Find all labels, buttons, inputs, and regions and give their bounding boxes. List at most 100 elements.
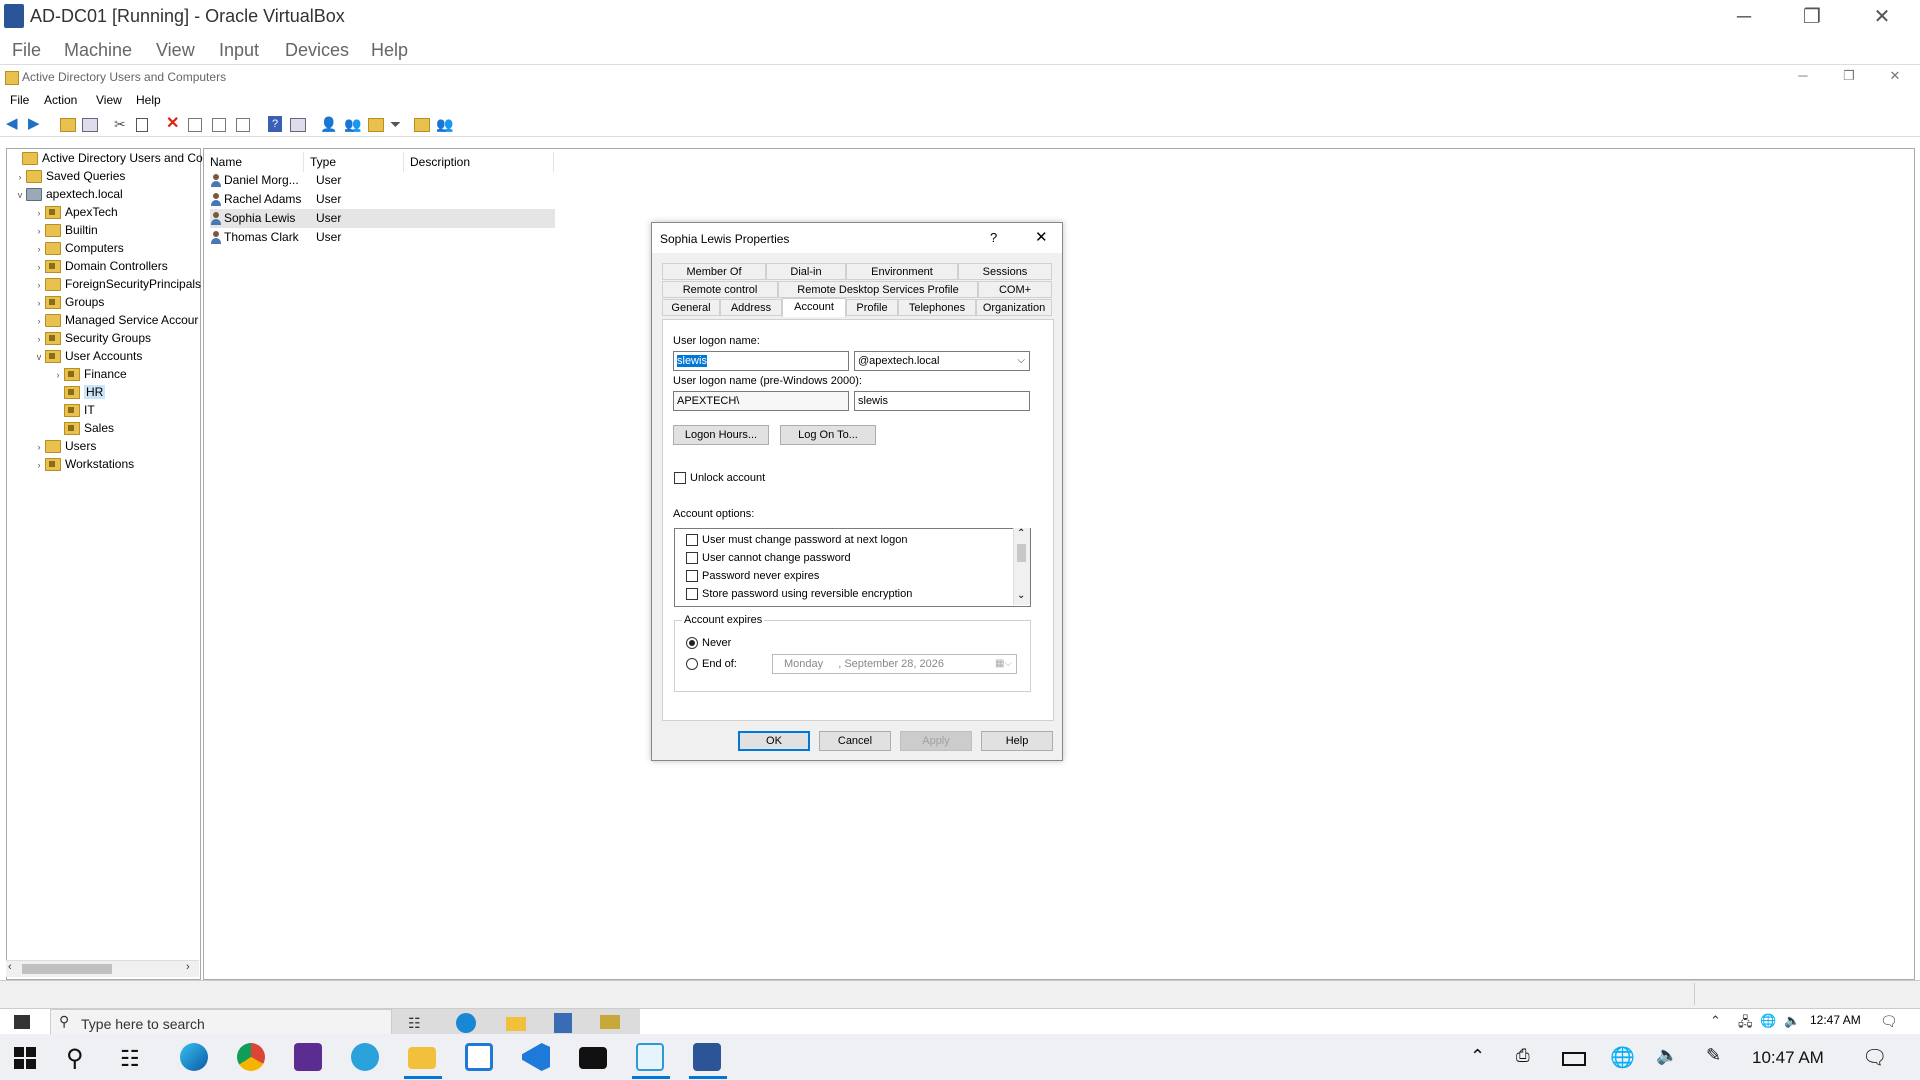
chevron-right-icon[interactable]: › <box>33 258 45 276</box>
up-folder-icon[interactable] <box>60 118 76 132</box>
back-icon[interactable]: ◀ <box>6 116 22 132</box>
vbox-menu-help[interactable]: Help <box>371 40 408 61</box>
forward-icon[interactable]: ▶ <box>28 116 44 132</box>
tab-remote-control[interactable]: Remote control <box>662 281 778 298</box>
scroll-up-icon[interactable]: ⌃ <box>1017 528 1025 539</box>
column-header-name[interactable]: Name <box>204 152 304 172</box>
tree-item[interactable]: v apextech.local <box>14 185 123 203</box>
host-notification-icon[interactable]: 🗨 <box>1862 1045 1887 1070</box>
windows-start-icon[interactable] <box>14 1047 36 1069</box>
vbox-menu-machine[interactable]: Machine <box>64 40 132 61</box>
add-to-group-icon[interactable]: 👥 <box>436 116 453 132</box>
tree-horizontal-scrollbar[interactable]: ‹ › <box>6 960 199 977</box>
aduc-close-button[interactable]: ✕ <box>1880 68 1910 84</box>
cut-icon[interactable]: ✂ <box>114 116 130 132</box>
tree-item[interactable]: › ApexTech <box>33 203 118 221</box>
tree-item[interactable]: › Finance <box>52 365 127 383</box>
tree-item[interactable]: v User Accounts <box>33 347 142 365</box>
chrome-icon[interactable] <box>237 1043 265 1071</box>
tab-environment[interactable]: Environment <box>846 263 958 280</box>
tree-item[interactable]: HR <box>52 383 106 401</box>
console-icon[interactable] <box>290 118 306 132</box>
edge-icon[interactable] <box>456 1013 476 1033</box>
pre2000-username-field[interactable]: slewis <box>854 391 1030 411</box>
chevron-right-icon[interactable]: › <box>14 168 26 186</box>
new-ou-icon[interactable] <box>368 118 384 132</box>
vbox-menu-file[interactable]: File <box>12 40 41 61</box>
terminal-icon[interactable] <box>579 1047 607 1069</box>
scroll-down-icon[interactable]: ⌄ <box>1017 590 1025 601</box>
chevron-right-icon[interactable]: › <box>33 294 45 312</box>
tree-item[interactable]: › Domain Controllers <box>33 257 168 275</box>
guest-search-box[interactable]: ⚲ Type here to search <box>50 1009 392 1035</box>
tree-item[interactable]: Sales <box>52 419 114 437</box>
vbox-menu-view[interactable]: View <box>156 40 195 61</box>
host-search-icon[interactable]: ⚲ <box>66 1044 84 1073</box>
edge-browser-icon[interactable] <box>180 1043 208 1071</box>
close-button[interactable]: ✕ <box>1852 0 1912 34</box>
chevron-right-icon[interactable]: › <box>33 456 45 474</box>
unlock-account-checkbox[interactable] <box>674 472 686 484</box>
host-camera-icon[interactable]: ⎙ <box>1516 1046 1530 1066</box>
scroll-thumb[interactable] <box>22 964 112 974</box>
remote-app-icon[interactable] <box>465 1043 493 1071</box>
tab-com-plus[interactable]: COM+ <box>978 281 1052 298</box>
chevron-down-icon[interactable]: v <box>33 348 45 366</box>
help-button[interactable]: Help <box>981 731 1053 751</box>
tab-sessions[interactable]: Sessions <box>958 263 1052 280</box>
table-row[interactable]: Rachel Adams User <box>210 190 555 209</box>
guest-notification-icon[interactable]: 🗨 <box>1880 1013 1898 1030</box>
chevron-right-icon[interactable]: › <box>52 366 64 384</box>
log-on-to-button[interactable]: Log On To... <box>780 425 876 445</box>
delete-icon[interactable]: ✕ <box>166 116 182 132</box>
media-player-icon[interactable] <box>294 1043 322 1071</box>
option-checkbox[interactable] <box>686 552 698 564</box>
tree-item[interactable]: › Builtin <box>33 221 98 239</box>
show-hide-tree-icon[interactable] <box>82 118 98 132</box>
aduc-taskbar-icon[interactable] <box>600 1015 620 1029</box>
tree-item[interactable]: › Computers <box>33 239 124 257</box>
options-scrollbar[interactable]: ⌃ ⌄ <box>1013 528 1030 605</box>
file-explorer-icon[interactable] <box>506 1017 526 1031</box>
chevron-right-icon[interactable]: › <box>33 312 45 330</box>
tree-item[interactable]: › Users <box>33 437 96 455</box>
vbox-menu-input[interactable]: Input <box>219 40 259 61</box>
option-checkbox[interactable] <box>686 570 698 582</box>
tree-item[interactable]: IT <box>52 401 95 419</box>
find-icon[interactable] <box>414 118 430 132</box>
tree-item[interactable]: › Security Groups <box>33 329 151 347</box>
aduc-restore-button[interactable]: ❐ <box>1834 68 1864 84</box>
server-manager-icon[interactable] <box>554 1013 572 1033</box>
virtualbox-manager-icon[interactable] <box>636 1043 664 1071</box>
aduc-minimize-button[interactable]: ─ <box>1788 68 1818 83</box>
table-row[interactable]: Thomas Clark User <box>210 228 555 247</box>
tree-item[interactable]: Active Directory Users and Com <box>10 149 213 167</box>
apply-button[interactable]: Apply <box>900 731 972 751</box>
scroll-thumb[interactable] <box>1017 544 1026 562</box>
new-user-icon[interactable]: 👤 <box>320 116 337 132</box>
tree-item[interactable]: › Groups <box>33 293 104 311</box>
export-list-icon[interactable] <box>236 118 250 132</box>
copy-icon[interactable] <box>136 118 148 132</box>
tab-profile[interactable]: Profile <box>846 299 898 316</box>
option-checkbox[interactable] <box>686 588 698 600</box>
tab-telephones[interactable]: Telephones <box>898 299 976 316</box>
host-volume-icon[interactable]: 🔈 <box>1656 1045 1678 1066</box>
dialog-close-button[interactable]: ✕ <box>1035 228 1048 246</box>
upn-suffix-dropdown[interactable]: @apextech.local ⌵ <box>854 351 1030 371</box>
minimize-button[interactable]: ─ <box>1714 0 1774 34</box>
chevron-right-icon[interactable]: › <box>33 330 45 348</box>
refresh-icon[interactable] <box>212 118 226 132</box>
expires-endof-radio[interactable] <box>686 658 698 670</box>
host-clock[interactable]: 10:47 AM <box>1752 1048 1824 1068</box>
aduc-menu-file[interactable]: File <box>10 93 29 107</box>
aduc-menu-action[interactable]: Action <box>44 93 77 107</box>
host-task-view-icon[interactable]: ☷ <box>120 1046 140 1072</box>
host-pen-icon[interactable]: ✎ <box>1706 1045 1721 1066</box>
host-battery-icon[interactable] <box>1562 1052 1586 1066</box>
help-icon[interactable]: ? <box>268 116 282 132</box>
tree-item[interactable]: › Managed Service Accour <box>33 311 198 329</box>
tab-member-of[interactable]: Member Of <box>662 263 766 280</box>
tab-general[interactable]: General <box>662 299 720 316</box>
properties-icon[interactable] <box>188 118 202 132</box>
